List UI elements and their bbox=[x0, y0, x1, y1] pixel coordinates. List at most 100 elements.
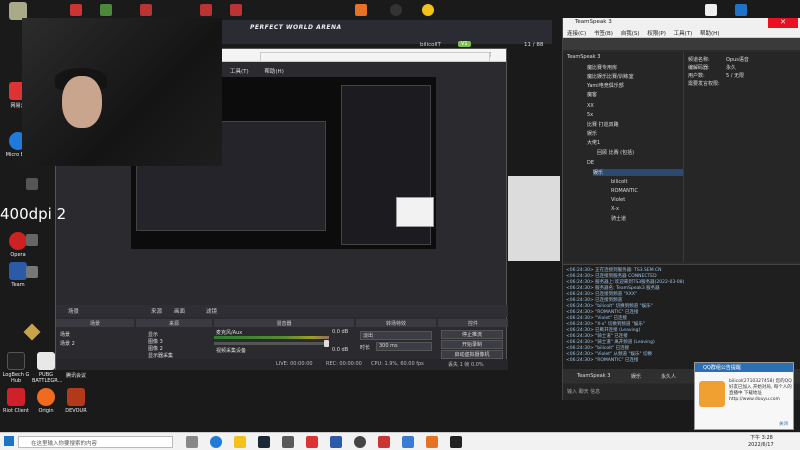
app-icon[interactable] bbox=[378, 436, 390, 448]
stop-streaming-button[interactable]: 停止推流 bbox=[441, 330, 503, 339]
transitions-header: 转场特效 bbox=[356, 319, 436, 327]
tree-user[interactable]: bilicolt bbox=[611, 179, 628, 185]
ts-toolbar bbox=[563, 38, 800, 50]
clock-date[interactable]: 2022/6/17 bbox=[748, 442, 774, 448]
close-icon[interactable]: ✕ bbox=[768, 18, 798, 28]
preview-popup bbox=[396, 197, 434, 227]
desktop-icon-logitech[interactable]: LogBech G Hub bbox=[2, 352, 30, 384]
desktop-app-icon[interactable] bbox=[100, 4, 112, 16]
tree-channel[interactable]: XX bbox=[587, 103, 594, 109]
desktop-app-icon[interactable] bbox=[200, 4, 212, 16]
desktop-app-icon[interactable] bbox=[422, 4, 434, 16]
chat-tab-server[interactable]: TeamSpeak 3 bbox=[577, 373, 610, 379]
app-icon[interactable] bbox=[450, 436, 462, 448]
desktop-icon-riot[interactable]: Riot Client bbox=[2, 388, 30, 414]
desktop-app-icon[interactable] bbox=[390, 4, 402, 16]
channel-info: 频道名称: Opus语音 编解码器: 永久 用户数: 5 / 无限 需要发言权限… bbox=[683, 52, 800, 262]
windows-start-icon[interactable] bbox=[4, 436, 14, 446]
tree-channel[interactable]: 大佬1 bbox=[587, 139, 600, 146]
side-app-icon[interactable] bbox=[26, 266, 38, 278]
desktop-icon-devour[interactable]: DEVOUR bbox=[62, 388, 90, 414]
side-app-icon[interactable] bbox=[26, 234, 38, 246]
edge-icon[interactable] bbox=[210, 436, 222, 448]
app-icon[interactable] bbox=[402, 436, 414, 448]
tree-channel[interactable]: 回顾 比赛 (包括) bbox=[597, 149, 634, 156]
tree-channel-active[interactable]: 娱乐 bbox=[593, 169, 683, 176]
desktop-app-icon[interactable] bbox=[70, 4, 82, 16]
background-photo bbox=[508, 176, 560, 261]
scene-item[interactable]: 场景 2 bbox=[60, 340, 75, 347]
tree-server[interactable]: TeamSpeak 3 bbox=[567, 54, 600, 60]
transition-select[interactable]: 淡出 bbox=[360, 331, 432, 340]
tree-channel[interactable]: Yami电竞俱乐部 bbox=[587, 82, 624, 89]
menu-tools[interactable]: 工具(T) bbox=[230, 69, 249, 75]
source-item[interactable]: 图像 2 bbox=[148, 345, 163, 352]
tree-channel[interactable]: 比赛 打巡双路 bbox=[587, 121, 619, 128]
audio-meter bbox=[214, 336, 329, 339]
tree-user[interactable]: Violet bbox=[611, 197, 625, 203]
tab-scenes[interactable]: 场景 bbox=[68, 307, 79, 315]
notification-header: QQ群组公告提醒 bbox=[695, 363, 793, 372]
source-item[interactable]: 图像 3 bbox=[148, 338, 163, 345]
source-item[interactable]: 显示 bbox=[148, 331, 158, 338]
side-app-icon[interactable] bbox=[26, 178, 38, 190]
teamspeak-window: TeamSpeak 3 ✕ 连接(C) 书签(B) 自我(S) 权限(P) 工具… bbox=[562, 18, 800, 400]
tree-channel[interactable]: 魔客 bbox=[587, 91, 597, 98]
duration-input[interactable]: 300 ms bbox=[376, 342, 432, 351]
tree-channel[interactable]: 娱乐 bbox=[587, 130, 597, 137]
menu-help[interactable]: 帮助(H) bbox=[264, 69, 283, 75]
desktop-app-icon[interactable] bbox=[705, 4, 717, 16]
ts-menu-tools[interactable]: 工具(T) bbox=[674, 31, 693, 37]
ts-menu-self[interactable]: 自我(S) bbox=[621, 31, 640, 37]
tree-user[interactable]: X-x bbox=[611, 206, 619, 212]
app-icon[interactable] bbox=[306, 436, 318, 448]
obs-subbar: 场景 来源 画面 滤镜 bbox=[56, 305, 508, 317]
volume-slider[interactable] bbox=[214, 340, 329, 347]
chat-tab-private[interactable]: 永久人 bbox=[661, 373, 676, 380]
tree-channel[interactable]: 5x bbox=[587, 112, 593, 118]
info-key: 编解码器: bbox=[688, 65, 710, 71]
tab-sources[interactable]: 来源 bbox=[151, 307, 162, 315]
ts-titlebar[interactable]: TeamSpeak 3 bbox=[563, 18, 800, 28]
notification-close[interactable]: 关闭 bbox=[779, 421, 788, 427]
chat-tab-channel[interactable]: 娱乐 bbox=[631, 373, 641, 380]
tree-channel[interactable]: DE bbox=[587, 160, 594, 166]
tree-user[interactable]: 骑士道 bbox=[611, 215, 626, 222]
info-value: 5 / 无限 bbox=[726, 73, 745, 79]
ts-menu-bookmarks[interactable]: 书签(B) bbox=[594, 31, 613, 37]
info-key: 用户数: bbox=[688, 73, 705, 79]
clock-time[interactable]: 下午 3:28 bbox=[750, 434, 773, 441]
tab-filters[interactable]: 滤镜 bbox=[206, 307, 217, 315]
app-icon[interactable] bbox=[426, 436, 438, 448]
virtual-camera-button[interactable]: 启动虚拟摄像机 bbox=[441, 350, 503, 359]
scene-item[interactable]: 场景 bbox=[60, 331, 70, 338]
desktop-app-icon[interactable] bbox=[230, 4, 242, 16]
desktop-app-icon[interactable] bbox=[735, 4, 747, 16]
live-status: LIVE: 00:00:00 bbox=[276, 361, 313, 367]
tab-canvas[interactable]: 画面 bbox=[174, 307, 185, 315]
taskbar-search[interactable]: 在这里输入你要搜索的内容 bbox=[18, 436, 173, 448]
task-view-icon[interactable] bbox=[186, 436, 198, 448]
steam-icon[interactable] bbox=[258, 436, 270, 448]
ts-menu-permissions[interactable]: 权限(P) bbox=[647, 31, 666, 37]
desktop-icon-origin[interactable]: Origin bbox=[32, 388, 60, 414]
chat-log: <06:24:30> 正在连接到服务器: TS3.SEM.CN <06:24:3… bbox=[563, 264, 800, 369]
cpu-status: CPU: 1.9%, 60.00 fps bbox=[371, 361, 424, 367]
tree-channel[interactable]: 魔比娱乐比赛/训练室 bbox=[587, 73, 634, 80]
notification-popup[interactable]: QQ群组公告提醒 bilicol(2710327458) 您的QQ好友已加入 开… bbox=[694, 362, 794, 430]
source-item[interactable]: 显示器采集 bbox=[148, 352, 173, 359]
info-key: 需要发言权限: bbox=[688, 81, 720, 87]
scenes-header: 场景 bbox=[56, 319, 134, 327]
tree-user[interactable]: ROMANTIC bbox=[611, 188, 638, 194]
explorer-icon[interactable] bbox=[234, 436, 246, 448]
teamspeak-taskbar-icon[interactable] bbox=[330, 436, 342, 448]
desktop-app-icon[interactable] bbox=[355, 4, 367, 16]
tree-channel[interactable]: 魔比赛专用房 bbox=[587, 64, 617, 71]
ts-menu-connect[interactable]: 连接(C) bbox=[567, 31, 586, 37]
start-recording-button[interactable]: 开始录制 bbox=[441, 340, 503, 349]
chat-line: <06:24:30> "ROMANTIC" 已连接 bbox=[566, 358, 639, 363]
obs-taskbar-icon[interactable] bbox=[354, 436, 366, 448]
desktop-app-icon[interactable] bbox=[140, 4, 152, 16]
app-icon[interactable] bbox=[282, 436, 294, 448]
ts-menu-help[interactable]: 帮助(H) bbox=[700, 31, 719, 37]
